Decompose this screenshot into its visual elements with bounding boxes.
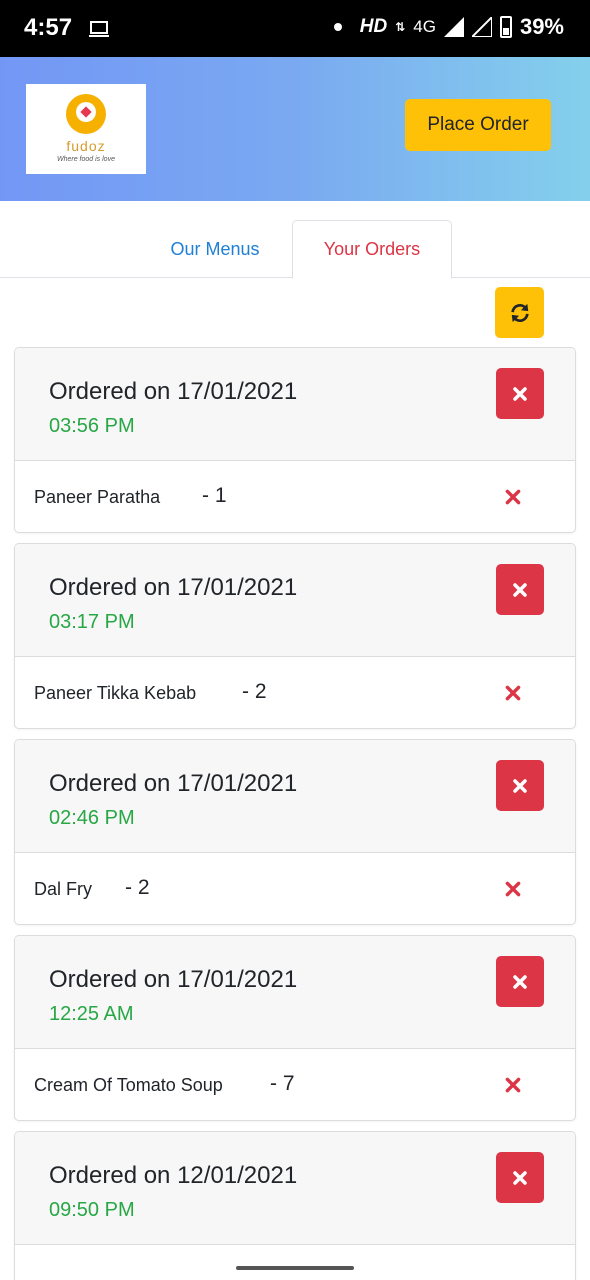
refresh-button[interactable] bbox=[495, 287, 544, 338]
item-quantity: - 2 bbox=[125, 876, 150, 899]
order-date: Ordered on 17/01/2021 bbox=[49, 770, 298, 797]
order-card-header: Ordered on 17/01/2021 12:25 AM bbox=[15, 936, 575, 1049]
battery-icon bbox=[499, 16, 512, 38]
logo: fudoz Where food is love bbox=[26, 84, 146, 174]
tab-bar: Our Menus Your Orders bbox=[0, 220, 590, 279]
app-header: fudoz Where food is love Place Order bbox=[0, 57, 590, 201]
place-order-button[interactable]: Place Order bbox=[405, 99, 551, 151]
battery-percent: 39% bbox=[519, 14, 564, 39]
item-quantity: - 2 bbox=[242, 680, 267, 703]
item-name: Dal Fry bbox=[34, 879, 92, 899]
status-bar: 4:57 HD ⇅ 4G 39% bbox=[0, 0, 590, 57]
logo-tagline: Where food is love bbox=[57, 156, 115, 163]
close-icon bbox=[513, 386, 527, 401]
refresh-icon bbox=[510, 303, 529, 322]
order-item-row: Cream Of Tomato Soup - 7 bbox=[15, 1049, 575, 1120]
order-time: 09:50 PM bbox=[49, 1199, 135, 1221]
hd-indicator: HD bbox=[359, 16, 388, 37]
order-card: Ordered on 17/01/2021 02:46 PM Dal Fry -… bbox=[14, 739, 576, 925]
clock: 4:57 bbox=[24, 14, 73, 41]
remove-item-icon[interactable] bbox=[504, 1076, 522, 1094]
network-type: 4G bbox=[413, 17, 436, 36]
status-icons: HD ⇅ 4G 39% bbox=[333, 14, 564, 40]
order-card-header: Ordered on 17/01/2021 03:56 PM bbox=[15, 348, 575, 461]
item-quantity: - 1 bbox=[202, 484, 227, 507]
order-card: Ordered on 17/01/2021 12:25 AM Cream Of … bbox=[14, 935, 576, 1121]
close-icon bbox=[513, 1170, 527, 1185]
order-time: 03:17 PM bbox=[49, 611, 135, 633]
tab-our-menus[interactable]: Our Menus bbox=[140, 220, 290, 278]
close-icon bbox=[513, 582, 527, 597]
gesture-nav-bar[interactable] bbox=[236, 1266, 354, 1270]
order-item-row: Dal Fry - 2 bbox=[15, 853, 575, 924]
delete-order-button[interactable] bbox=[496, 760, 544, 811]
data-arrows-icon: ⇅ bbox=[395, 20, 406, 34]
delete-order-button[interactable] bbox=[496, 1152, 544, 1203]
order-card: Ordered on 17/01/2021 03:56 PM Paneer Pa… bbox=[14, 347, 576, 533]
order-card-header: Ordered on 12/01/2021 09:50 PM bbox=[15, 1132, 575, 1245]
order-time: 02:46 PM bbox=[49, 807, 135, 829]
logo-text: fudoz bbox=[66, 138, 106, 154]
order-date: Ordered on 12/01/2021 bbox=[49, 1162, 298, 1189]
delete-order-button[interactable] bbox=[496, 956, 544, 1007]
order-date: Ordered on 17/01/2021 bbox=[49, 378, 298, 405]
tab-your-orders[interactable]: Your Orders bbox=[292, 220, 452, 279]
order-card: Ordered on 17/01/2021 03:17 PM Paneer Ti… bbox=[14, 543, 576, 729]
signal-secondary-icon bbox=[471, 17, 492, 37]
order-date: Ordered on 17/01/2021 bbox=[49, 574, 298, 601]
laptop-icon bbox=[89, 21, 109, 37]
order-item-row: Paneer Paratha - 1 bbox=[15, 461, 575, 532]
signal-icon bbox=[443, 17, 464, 37]
delete-order-button[interactable] bbox=[496, 564, 544, 615]
remove-item-icon[interactable] bbox=[504, 684, 522, 702]
item-name: Cream Of Tomato Soup bbox=[34, 1075, 223, 1095]
remove-item-icon[interactable] bbox=[504, 880, 522, 898]
order-card-header: Ordered on 17/01/2021 02:46 PM bbox=[15, 740, 575, 853]
logo-mark-icon bbox=[66, 94, 106, 134]
order-card-header: Ordered on 17/01/2021 03:17 PM bbox=[15, 544, 575, 657]
order-time: 12:25 AM bbox=[49, 1003, 134, 1025]
order-date: Ordered on 17/01/2021 bbox=[49, 966, 298, 993]
item-name: Paneer Paratha bbox=[34, 487, 161, 507]
close-icon bbox=[513, 778, 527, 793]
item-name: Paneer Tikka Kebab bbox=[34, 683, 197, 703]
notification-dot-icon bbox=[333, 23, 342, 31]
order-item-row: Paneer Tikka Kebab - 2 bbox=[15, 657, 575, 728]
order-card: Ordered on 12/01/2021 09:50 PM bbox=[14, 1131, 576, 1280]
delete-order-button[interactable] bbox=[496, 368, 544, 419]
remove-item-icon[interactable] bbox=[504, 488, 522, 506]
order-time: 03:56 PM bbox=[49, 415, 135, 437]
item-quantity: - 7 bbox=[270, 1072, 295, 1095]
close-icon bbox=[513, 974, 527, 989]
